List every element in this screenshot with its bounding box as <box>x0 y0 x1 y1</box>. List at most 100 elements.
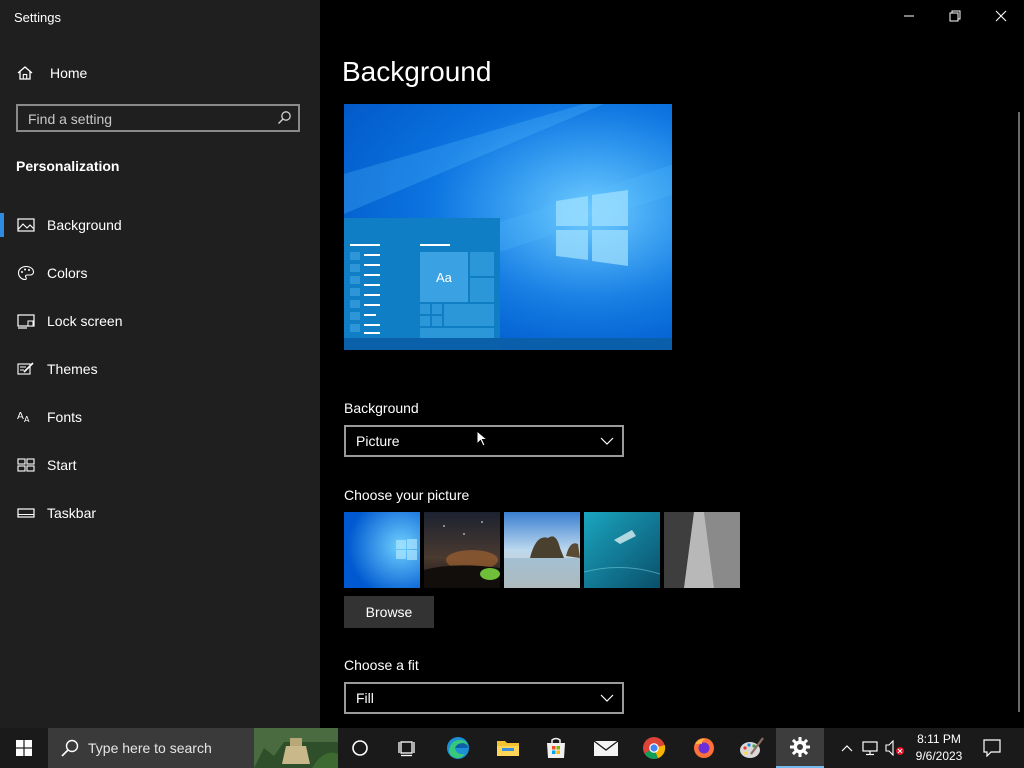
volume-muted-icon <box>885 740 904 756</box>
sidebar-item-label: Lock screen <box>47 313 123 329</box>
background-label: Background <box>344 400 419 416</box>
store-button[interactable] <box>532 728 580 768</box>
sidebar-item-label: Themes <box>47 361 98 377</box>
task-view-icon <box>398 741 415 757</box>
action-center-button[interactable] <box>976 728 1008 768</box>
settings-window: Settings Home Personalization Background <box>0 0 1024 728</box>
network-icon <box>862 741 878 756</box>
clock[interactable]: 8:11 PM 9/6/2023 <box>906 731 972 765</box>
search-icon <box>278 111 291 124</box>
sidebar-item-lock-screen[interactable]: Lock screen <box>0 301 320 341</box>
thumbnail-night-sky-image <box>424 512 500 588</box>
firefox-button[interactable] <box>680 728 728 768</box>
mail-envelope-icon <box>593 740 619 756</box>
edge-browser-icon <box>447 737 469 759</box>
font-icon: A A <box>17 411 30 424</box>
paint-palette-icon <box>740 737 764 758</box>
picture-icon <box>17 218 35 232</box>
picture-thumbnail[interactable] <box>344 512 420 588</box>
preview-artwork <box>344 104 672 350</box>
picture-thumbnail[interactable] <box>584 512 660 588</box>
svg-text:A: A <box>24 415 30 424</box>
restore-button[interactable] <box>932 0 978 32</box>
cortana-button[interactable] <box>336 728 384 768</box>
sidebar-item-label: Colors <box>47 265 88 281</box>
preview-tile-label: Aa <box>436 270 452 285</box>
sidebar-item-themes[interactable]: Themes <box>0 349 320 389</box>
lock-screen-icon <box>17 314 35 329</box>
taskbar-icon <box>17 508 35 518</box>
cortana-circle-icon <box>352 740 368 756</box>
chrome-button[interactable] <box>630 728 678 768</box>
choose-picture-label: Choose your picture <box>344 487 470 503</box>
nav-home[interactable]: Home <box>16 62 87 84</box>
search-icon <box>61 739 79 757</box>
paint-button[interactable] <box>728 728 776 768</box>
minimize-button[interactable] <box>886 0 932 32</box>
scrollbar[interactable] <box>1018 112 1020 712</box>
picture-thumbnail[interactable] <box>664 512 740 588</box>
sidebar-item-label: Fonts <box>47 409 83 425</box>
windows-logo-icon <box>16 740 32 756</box>
chevron-down-icon <box>600 437 614 445</box>
thumbnail-windows-image <box>344 512 420 588</box>
minimize-icon <box>904 15 914 17</box>
folder-icon <box>497 741 519 756</box>
fit-dropdown-value: Fill <box>356 690 374 706</box>
chevron-up-icon <box>841 745 853 752</box>
notification-icon <box>983 739 1001 757</box>
section-title: Personalization <box>16 158 120 174</box>
microsoft-store-icon <box>547 737 565 758</box>
sidebar-item-label: Taskbar <box>47 505 97 521</box>
firefox-browser-icon <box>694 738 714 758</box>
chrome-browser-icon <box>643 737 666 759</box>
taskbar: Type here to search 8:11 PM 9/6/2023 <box>0 728 1024 768</box>
search-input[interactable] <box>18 106 280 132</box>
close-button[interactable] <box>978 0 1024 32</box>
taskbar-search-placeholder: Type here to search <box>88 740 212 756</box>
sidebar-item-label: Background <box>47 217 122 233</box>
mouse-cursor-icon <box>476 430 488 447</box>
page-title: Background <box>342 56 492 87</box>
start-tiles-icon <box>17 458 35 472</box>
taskbar-search-box[interactable]: Type here to search <box>48 728 338 768</box>
sidebar-item-fonts[interactable]: A A Fonts <box>0 397 320 437</box>
edge-button[interactable] <box>434 728 482 768</box>
nav-home-label: Home <box>50 65 88 81</box>
clock-time: 8:11 PM <box>917 732 961 746</box>
background-preview: Aa <box>344 104 672 350</box>
file-explorer-button[interactable] <box>484 728 532 768</box>
search-highlight-temple-icon <box>254 728 338 768</box>
home-icon <box>17 66 33 80</box>
app-title: Settings <box>14 10 61 25</box>
picture-thumbnail[interactable] <box>504 512 580 588</box>
close-icon <box>995 10 1007 22</box>
fit-dropdown[interactable]: Fill <box>344 682 624 714</box>
sidebar: Settings Home Personalization Background <box>0 0 320 728</box>
search-box[interactable] <box>16 104 300 132</box>
mail-button[interactable] <box>582 728 630 768</box>
sidebar-item-label: Start <box>47 457 77 473</box>
show-hidden-icons-button[interactable] <box>836 728 858 768</box>
start-button[interactable] <box>0 728 48 768</box>
sidebar-item-taskbar[interactable]: Taskbar <box>0 493 320 533</box>
browse-button[interactable]: Browse <box>344 596 434 628</box>
sidebar-item-start[interactable]: Start <box>0 445 320 485</box>
network-tray-button[interactable] <box>860 728 882 768</box>
picture-thumbnail[interactable] <box>424 512 500 588</box>
volume-tray-button[interactable] <box>884 728 906 768</box>
sidebar-item-background[interactable]: Background <box>0 205 320 245</box>
task-view-button[interactable] <box>384 728 432 768</box>
clock-date: 9/6/2023 <box>915 749 963 763</box>
thumbnail-underwater-image <box>584 512 660 588</box>
palette-icon <box>17 265 35 281</box>
thumbnail-rock-face-image <box>664 512 740 588</box>
sidebar-item-colors[interactable]: Colors <box>0 253 320 293</box>
choose-fit-label: Choose a fit <box>344 657 419 673</box>
svg-text:A: A <box>17 411 24 422</box>
thumbnail-beach-rocks-image <box>504 512 580 588</box>
brush-icon <box>17 362 34 375</box>
settings-taskbar-button[interactable] <box>776 728 824 768</box>
gear-icon <box>790 737 810 757</box>
restore-icon <box>949 10 961 22</box>
